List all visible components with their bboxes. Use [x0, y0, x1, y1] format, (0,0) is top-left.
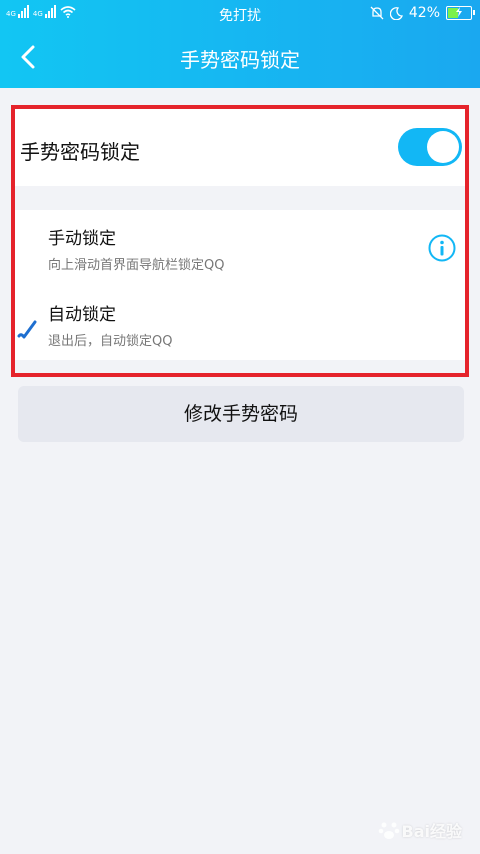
option-title: 手动锁定 — [48, 229, 116, 249]
lock-options-list: 手动锁定 向上滑动首界面导航栏锁定QQ 自动锁定 退出后，自动锁定QQ — [14, 210, 466, 360]
gesture-lock-toggle[interactable] — [398, 128, 462, 166]
page-title: 手势密码锁定 — [180, 48, 300, 72]
gesture-lock-label: 手势密码锁定 — [20, 140, 140, 164]
toggle-knob — [427, 131, 459, 163]
check-icon — [17, 320, 37, 339]
option-subtitle: 向上滑动首界面导航栏锁定QQ — [48, 258, 225, 273]
paw-icon — [378, 822, 399, 839]
app-header: 4G 4G 免打扰 42% 手势密码锁定 — [0, 0, 480, 88]
status-right: 42% — [370, 5, 475, 21]
watermark-text: Bai经验 — [401, 822, 462, 841]
status-bar: 4G 4G 免打扰 42% — [0, 0, 480, 28]
option-manual-lock[interactable]: 手动锁定 向上滑动首界面导航栏锁定QQ — [14, 210, 466, 282]
info-icon[interactable] — [428, 234, 456, 262]
option-title: 自动锁定 — [48, 305, 116, 325]
moon-icon — [389, 6, 403, 20]
baidu-watermark: Bai经验 — [378, 818, 462, 842]
gesture-lock-row: 手势密码锁定 — [14, 108, 466, 186]
mute-bell-icon — [370, 6, 384, 20]
battery-percent: 42% — [408, 5, 440, 21]
option-auto-lock[interactable]: 自动锁定 退出后，自动锁定QQ — [14, 288, 466, 360]
modify-gesture-password-button[interactable]: 修改手势密码 — [18, 386, 464, 442]
battery-icon — [446, 6, 475, 20]
charging-bolt-icon — [456, 7, 462, 17]
option-subtitle: 退出后，自动锁定QQ — [48, 334, 173, 349]
